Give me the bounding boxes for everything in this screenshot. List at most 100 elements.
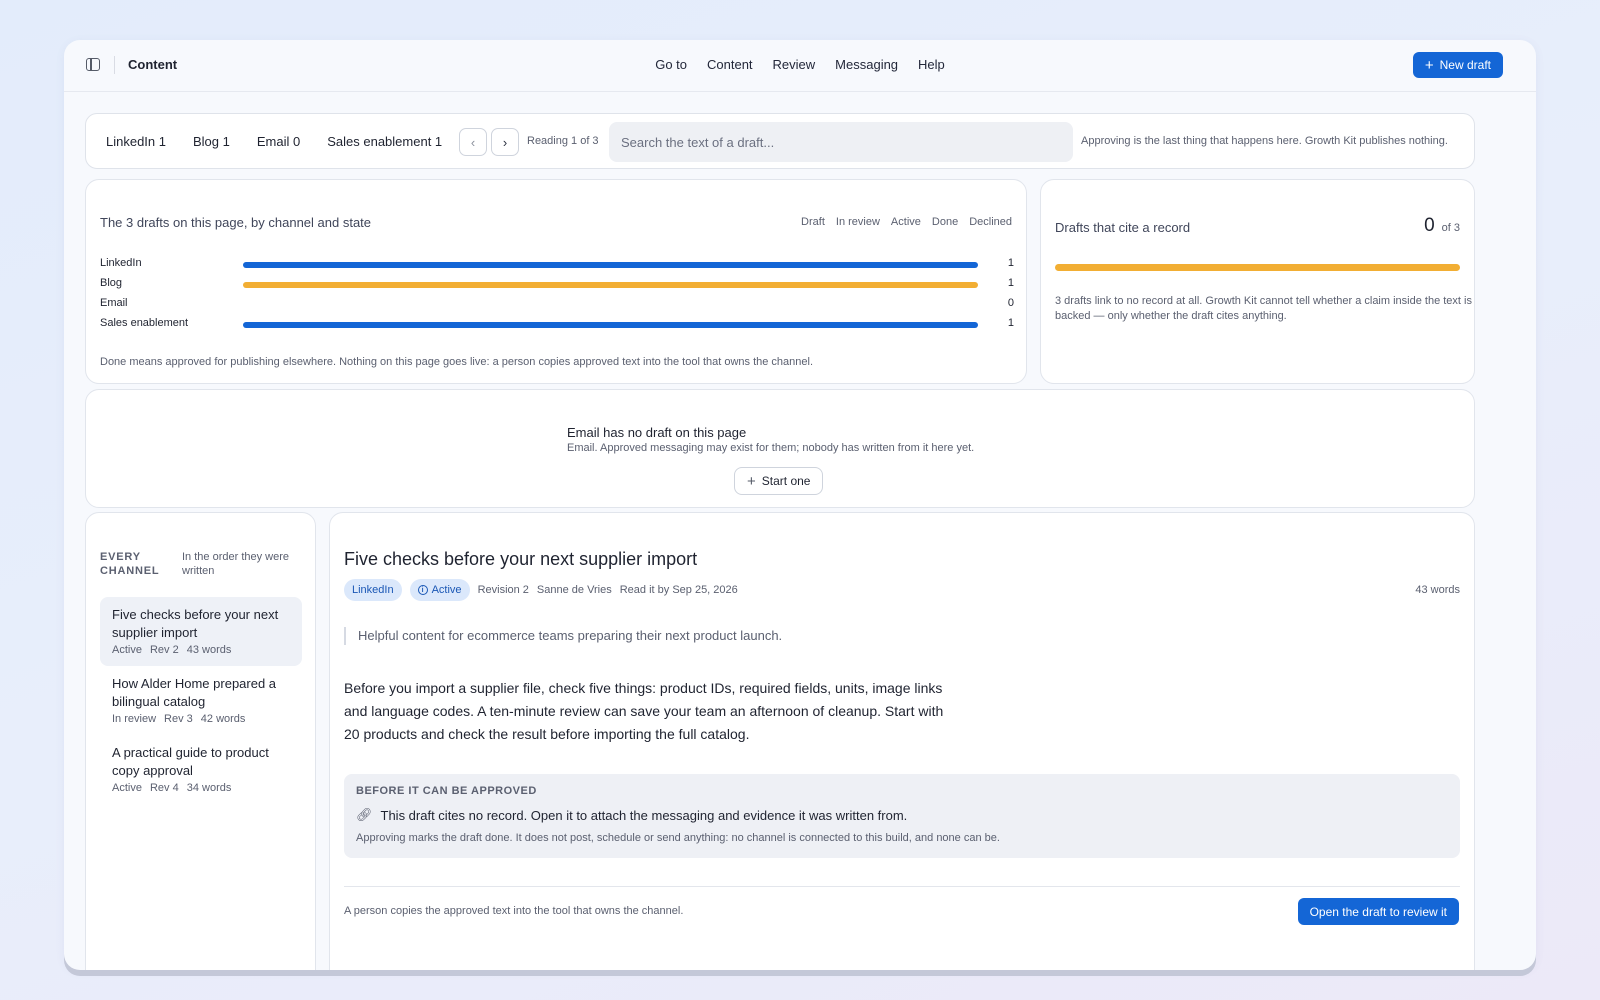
status-badge: i Active bbox=[409, 579, 470, 601]
draft-meta: LinkedIn i Active Revision 2 Sanne de Vr… bbox=[344, 579, 738, 601]
sidebar-toggle-icon[interactable] bbox=[86, 58, 100, 71]
cite-count-value: 0 bbox=[1424, 215, 1435, 236]
chart-row: LinkedIn 1 bbox=[100, 256, 1014, 276]
gate-reason-text: This draft cites no record. Open it to a… bbox=[380, 807, 908, 823]
list-item-state: Active bbox=[112, 782, 142, 794]
list-item-rev: Rev 4 bbox=[149, 782, 179, 794]
list-item-rev: Rev 3 bbox=[164, 713, 193, 725]
chart-footnote: Done means approved for publishing elsew… bbox=[100, 356, 814, 368]
list-item[interactable]: Five checks before your next supplier im… bbox=[100, 597, 302, 666]
top-bar: Content Go to Content Review Messaging H… bbox=[64, 40, 1536, 92]
chart-bar-track bbox=[243, 282, 978, 288]
chevron-right-icon: › bbox=[502, 134, 508, 150]
chart-rows: LinkedIn 1 Blog 1 Email 0 Sales enablement 1 bbox=[100, 256, 1014, 336]
legend-active[interactable]: Active bbox=[891, 216, 921, 228]
chart-bar-track bbox=[243, 302, 978, 308]
nav-review[interactable]: Review bbox=[773, 57, 816, 72]
chart-legend: Draft In review Active Done Declined bbox=[801, 216, 1012, 228]
footer-note: A person copies the approved text into t… bbox=[344, 905, 684, 917]
chart-category-label: Blog bbox=[100, 277, 123, 289]
channel-tabs: LinkedIn 1 Blog 1 Email 0 Sales enableme… bbox=[106, 134, 442, 149]
list-item[interactable]: A practical guide to product copy approv… bbox=[100, 735, 302, 804]
legend-draft[interactable]: Draft bbox=[801, 216, 825, 228]
list-item-meta: In review Rev 3 42 words bbox=[112, 713, 290, 725]
start-one-button[interactable]: + Start one bbox=[734, 467, 824, 495]
list-item-title: A practical guide to product copy approv… bbox=[112, 745, 269, 778]
next-button[interactable]: › bbox=[491, 128, 519, 156]
empty-channel-card: Email has no draft on this page Email. A… bbox=[85, 389, 1475, 508]
open-draft-button[interactable]: Open the draft to review it bbox=[1297, 898, 1459, 925]
list-item-words: 34 words bbox=[186, 782, 232, 794]
draft-read-by: Read it by Sep 25, 2026 bbox=[619, 584, 738, 596]
list-item-state: In review bbox=[112, 713, 157, 725]
chart-value-label: 0 bbox=[1007, 297, 1014, 309]
status-label: Active bbox=[431, 584, 462, 596]
list-item-meta: Active Rev 4 34 words bbox=[112, 782, 290, 794]
divider bbox=[114, 56, 115, 74]
channel-state-chart: The 3 drafts on this page, by channel an… bbox=[85, 179, 1027, 384]
chart-bar-track bbox=[243, 322, 978, 328]
nav-content[interactable]: Content bbox=[707, 57, 753, 72]
list-item-meta: Active Rev 2 43 words bbox=[112, 644, 290, 656]
list-heading: EVERY CHANNEL bbox=[100, 551, 160, 577]
empty-title: Email has no draft on this page bbox=[567, 425, 747, 440]
legend-done[interactable]: Done bbox=[932, 216, 958, 228]
draft-brief: Helpful content for ecommerce teams prep… bbox=[344, 627, 782, 645]
tab-linkedin[interactable]: LinkedIn 1 bbox=[106, 134, 166, 149]
tab-sales-enablement[interactable]: Sales enablement 1 bbox=[327, 134, 442, 149]
chart-value-label: 1 bbox=[1007, 317, 1014, 329]
previous-button[interactable]: ‹ bbox=[459, 128, 487, 156]
list-subheading: In the order they were written bbox=[182, 551, 290, 577]
chart-bar bbox=[243, 282, 978, 288]
channel-badge: LinkedIn bbox=[344, 579, 402, 601]
chart-row: Blog 1 bbox=[100, 276, 1014, 296]
legend-in-review[interactable]: In review bbox=[836, 216, 880, 228]
chart-category-label: LinkedIn bbox=[100, 257, 142, 269]
tab-blog[interactable]: Blog 1 bbox=[193, 134, 230, 149]
cite-note: 3 drafts link to no record at all. Growt… bbox=[1055, 295, 1472, 322]
divider bbox=[344, 886, 1460, 887]
chart-bar-track bbox=[243, 262, 978, 268]
new-draft-button[interactable]: + New draft bbox=[1412, 52, 1503, 78]
reading-position: Reading 1 of 3 bbox=[527, 135, 599, 147]
nav-messaging[interactable]: Messaging bbox=[835, 57, 898, 72]
chart-value-label: 1 bbox=[1007, 277, 1014, 289]
gate-heading: BEFORE IT CAN BE APPROVED bbox=[356, 785, 537, 797]
search-input[interactable] bbox=[609, 122, 1073, 162]
tab-email[interactable]: Email 0 bbox=[257, 134, 300, 149]
chart-row: Email 0 bbox=[100, 296, 1014, 316]
nav-go-to[interactable]: Go to bbox=[655, 57, 687, 72]
new-draft-label: New draft bbox=[1439, 58, 1491, 72]
list-item-title: How Alder Home prepared a bilingual cata… bbox=[112, 676, 277, 709]
app-window: Content Go to Content Review Messaging H… bbox=[64, 40, 1536, 970]
empty-subtitle: Email. Approved messaging may exist for … bbox=[567, 442, 975, 454]
cite-count-total: of 3 bbox=[1441, 222, 1460, 234]
chevron-left-icon: ‹ bbox=[470, 134, 476, 150]
list-item-rev: Rev 2 bbox=[149, 644, 179, 656]
chart-row: Sales enablement 1 bbox=[100, 316, 1014, 336]
list-item-title: Five checks before your next supplier im… bbox=[112, 607, 279, 640]
filter-note: Approving is the last thing that happens… bbox=[1081, 135, 1448, 147]
draft-revision: Revision 2 bbox=[477, 584, 529, 596]
draft-detail: Five checks before your next supplier im… bbox=[329, 512, 1475, 970]
list-item-words: 43 words bbox=[186, 644, 232, 656]
chart-value-label: 1 bbox=[1007, 257, 1014, 269]
draft-word-count: 43 words bbox=[1415, 584, 1460, 596]
list-items: Five checks before your next supplier im… bbox=[100, 597, 302, 804]
list-item-state: Active bbox=[112, 644, 142, 656]
chart-bar bbox=[243, 322, 978, 328]
draft-body: Before you import a supplier file, check… bbox=[344, 680, 944, 742]
draft-title: Five checks before your next supplier im… bbox=[344, 549, 698, 569]
start-one-label: Start one bbox=[761, 474, 811, 488]
chart-bar bbox=[243, 262, 978, 268]
chart-category-label: Sales enablement bbox=[100, 317, 189, 329]
legend-declined[interactable]: Declined bbox=[969, 216, 1012, 228]
list-item[interactable]: How Alder Home prepared a bilingual cata… bbox=[100, 666, 302, 735]
cite-record-card: Drafts that cite a record 0 of 3 3 draft… bbox=[1040, 179, 1475, 384]
nav-help[interactable]: Help bbox=[918, 57, 945, 72]
page-title: Content bbox=[128, 57, 178, 72]
draft-list: EVERY CHANNEL In the order they were wri… bbox=[85, 512, 316, 970]
cite-count: 0 of 3 bbox=[1424, 215, 1460, 237]
approval-gate: BEFORE IT CAN BE APPROVED 🔗︎ This draft … bbox=[344, 774, 1460, 858]
plus-icon: + bbox=[747, 472, 756, 490]
